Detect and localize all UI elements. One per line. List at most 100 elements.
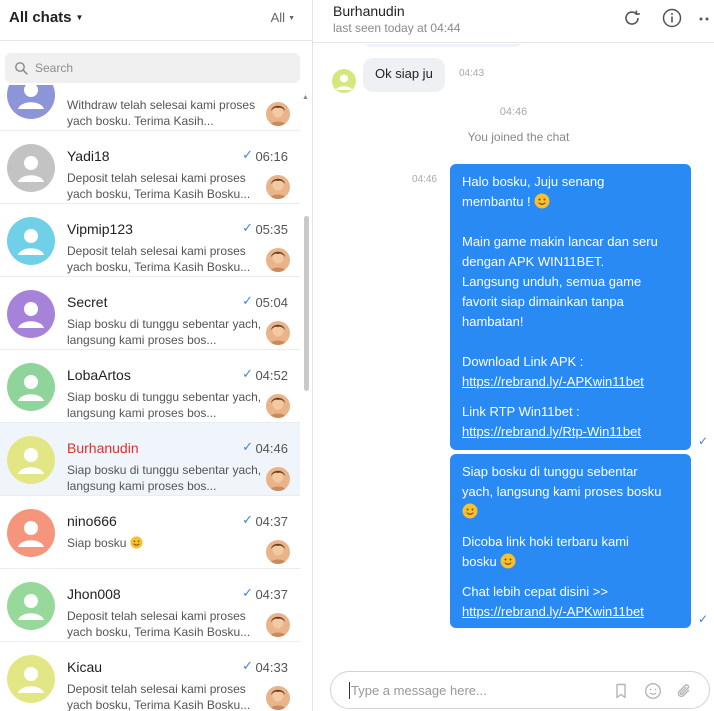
delivered-check-icon: ✓	[242, 585, 253, 600]
chat-preview: Deposit telah selesai kami proses yach b…	[67, 243, 267, 275]
previous-message-edge	[363, 44, 523, 47]
agent-avatar	[266, 175, 290, 199]
contact-name: Burhanudin	[333, 3, 405, 19]
message-line: Siap bosku di tunggu sebentar	[462, 464, 638, 479]
message-time: 04:43	[459, 68, 485, 79]
chat-preview: Deposit telah selesai kami proses yach b…	[67, 681, 267, 711]
info-icon[interactable]	[661, 7, 683, 29]
smile-emoji-icon	[500, 553, 516, 569]
message-input[interactable]: Type a message here...	[330, 671, 710, 709]
bookmark-icon[interactable]	[612, 682, 630, 700]
preview-text: Siap bosku	[67, 536, 127, 550]
chevron-down-icon: ▼	[288, 15, 295, 22]
message-line: Link RTP Win11bet :	[462, 404, 580, 419]
last-seen-status: last seen today at 04:44	[333, 21, 461, 35]
more-options-icon[interactable]	[697, 7, 711, 29]
chat-time: 04:46	[255, 441, 288, 456]
filter-dropdown[interactable]: All ▼	[271, 10, 295, 25]
agent-avatar	[266, 102, 290, 126]
all-chats-dropdown[interactable]: All chats ▼	[9, 9, 83, 26]
message-input-placeholder: Type a message here...	[351, 683, 487, 698]
agent-avatar	[266, 467, 290, 491]
agent-avatar	[266, 540, 290, 564]
preview-text: Deposit telah selesai kami proses yach b…	[67, 609, 251, 639]
search-icon	[15, 62, 28, 75]
chat-time: 04:52	[255, 368, 288, 383]
chat-preview: Siap bosku	[67, 535, 267, 551]
chat-list: Withdraw telah selesai kami proses yach …	[0, 85, 300, 711]
avatar	[7, 144, 55, 192]
chat-time: 04:37	[255, 587, 288, 602]
message-line: Halo bosku, Juju senang	[462, 174, 605, 189]
chat-row[interactable]: nino666 ✓ 04:37 Siap bosku	[0, 496, 300, 569]
avatar	[7, 290, 55, 338]
delivered-check-icon: ✓	[242, 220, 253, 235]
message-line: bosku	[462, 552, 679, 572]
scrollbar-thumb[interactable]	[304, 216, 309, 391]
chat-row[interactable]: Secret ✓ 05:04 Siap bosku di tunggu sebenta…	[0, 277, 300, 350]
refresh-icon[interactable]	[621, 7, 643, 29]
chat-name: Kicau	[67, 659, 103, 675]
system-message: You joined the chat	[467, 130, 570, 144]
apk-link[interactable]: https://rebrand.ly/-APKwin11bet	[462, 372, 679, 392]
chat-row[interactable]: Vipmip123 ✓ 05:35 Deposit telah selesai kam…	[0, 204, 300, 277]
smile-emoji-icon	[534, 193, 550, 209]
chat-row[interactable]: Kicau ✓ 04:33 Deposit telah selesai kami pr…	[0, 642, 300, 711]
apk-link[interactable]: https://rebrand.ly/-APKwin11bet	[462, 602, 679, 622]
avatar	[7, 655, 55, 703]
smile-emoji-icon	[130, 536, 143, 549]
message-line: yach, langsung kami proses bosku	[462, 484, 662, 499]
chat-time: 04:37	[255, 514, 288, 529]
outgoing-message: Halo bosku, Juju senang membantu ! Main …	[450, 164, 691, 450]
read-check-icon: ✓	[698, 434, 709, 448]
delivered-check-icon: ✓	[242, 366, 253, 381]
conversation-panel: Burhanudin last seen today at 04:44 Ok s…	[313, 0, 714, 711]
emoji-icon[interactable]	[644, 682, 662, 700]
avatar	[7, 85, 55, 119]
message-line: Langsung unduh, semua game	[462, 274, 642, 289]
avatar	[7, 436, 55, 484]
message-line: hambatan!	[462, 314, 524, 329]
text-cursor	[349, 682, 350, 699]
chat-preview: Siap bosku di tunggu sebentar yach, lang…	[67, 462, 267, 494]
read-check-icon: ✓	[698, 612, 709, 626]
chat-list-panel: All chats ▼ All ▼ Search Withdraw telah se…	[0, 0, 313, 711]
chat-preview: Siap bosku di tunggu sebentar yach, lang…	[67, 389, 267, 421]
chat-time: 05:35	[255, 222, 288, 237]
chat-row[interactable]: Yadi18 ✓ 06:16 Deposit telah selesai kami p…	[0, 131, 300, 204]
chat-name: Jhon008	[67, 586, 121, 602]
message-line	[462, 502, 679, 522]
conversation-header: Burhanudin last seen today at 04:44	[313, 0, 714, 43]
preview-text: Siap bosku di tunggu sebentar yach, lang…	[67, 317, 262, 347]
attachment-icon[interactable]	[675, 682, 693, 700]
all-chats-label: All chats	[9, 9, 72, 26]
chat-time: 04:33	[255, 660, 288, 675]
chevron-down-icon: ▼	[75, 13, 84, 22]
chat-row[interactable]: LobaArtos ✓ 04:52 Siap bosku di tunggu sebe…	[0, 350, 300, 423]
avatar	[332, 69, 356, 93]
chat-row[interactable]: Jhon008 ✓ 04:37 Deposit telah selesai kami …	[0, 569, 300, 642]
preview-text: Withdraw telah selesai kami proses yach …	[67, 98, 256, 128]
chat-preview: Deposit telah selesai kami proses yach b…	[67, 170, 267, 202]
scroll-up-icon[interactable]: ▲	[302, 94, 309, 101]
agent-avatar	[266, 686, 290, 710]
chat-name: LobaArtos	[67, 367, 131, 383]
filter-label: All	[270, 10, 286, 25]
chat-row[interactable]: Withdraw telah selesai kami proses yach …	[0, 85, 300, 131]
message-line: Chat lebih cepat disini >>	[462, 584, 608, 599]
avatar	[7, 509, 55, 557]
delivered-check-icon: ✓	[242, 147, 253, 162]
search-input[interactable]: Search	[5, 53, 300, 83]
delivered-check-icon: ✓	[242, 439, 253, 454]
incoming-message: Ok siap ju	[363, 58, 445, 92]
message-time: 04:46	[412, 174, 438, 185]
outgoing-message: Siap bosku di tunggu sebentar yach, lang…	[450, 454, 691, 628]
message-line: dengan APK WIN11BET.	[462, 254, 605, 269]
chat-row[interactable]: Burhanudin ✓ 04:46 Siap bosku di tunggu seb…	[0, 423, 300, 496]
chat-list-scrollbar[interactable]: ▲	[302, 94, 310, 711]
rtp-link[interactable]: https://rebrand.ly/Rtp-Win11bet	[462, 422, 679, 442]
chat-name: Secret	[67, 294, 108, 310]
message-line: Dicoba link hoki terbaru kami	[462, 534, 629, 549]
preview-text: Siap bosku di tunggu sebentar yach, lang…	[67, 463, 262, 493]
message-line: favorit siap dimainkan tanpa	[462, 294, 624, 309]
